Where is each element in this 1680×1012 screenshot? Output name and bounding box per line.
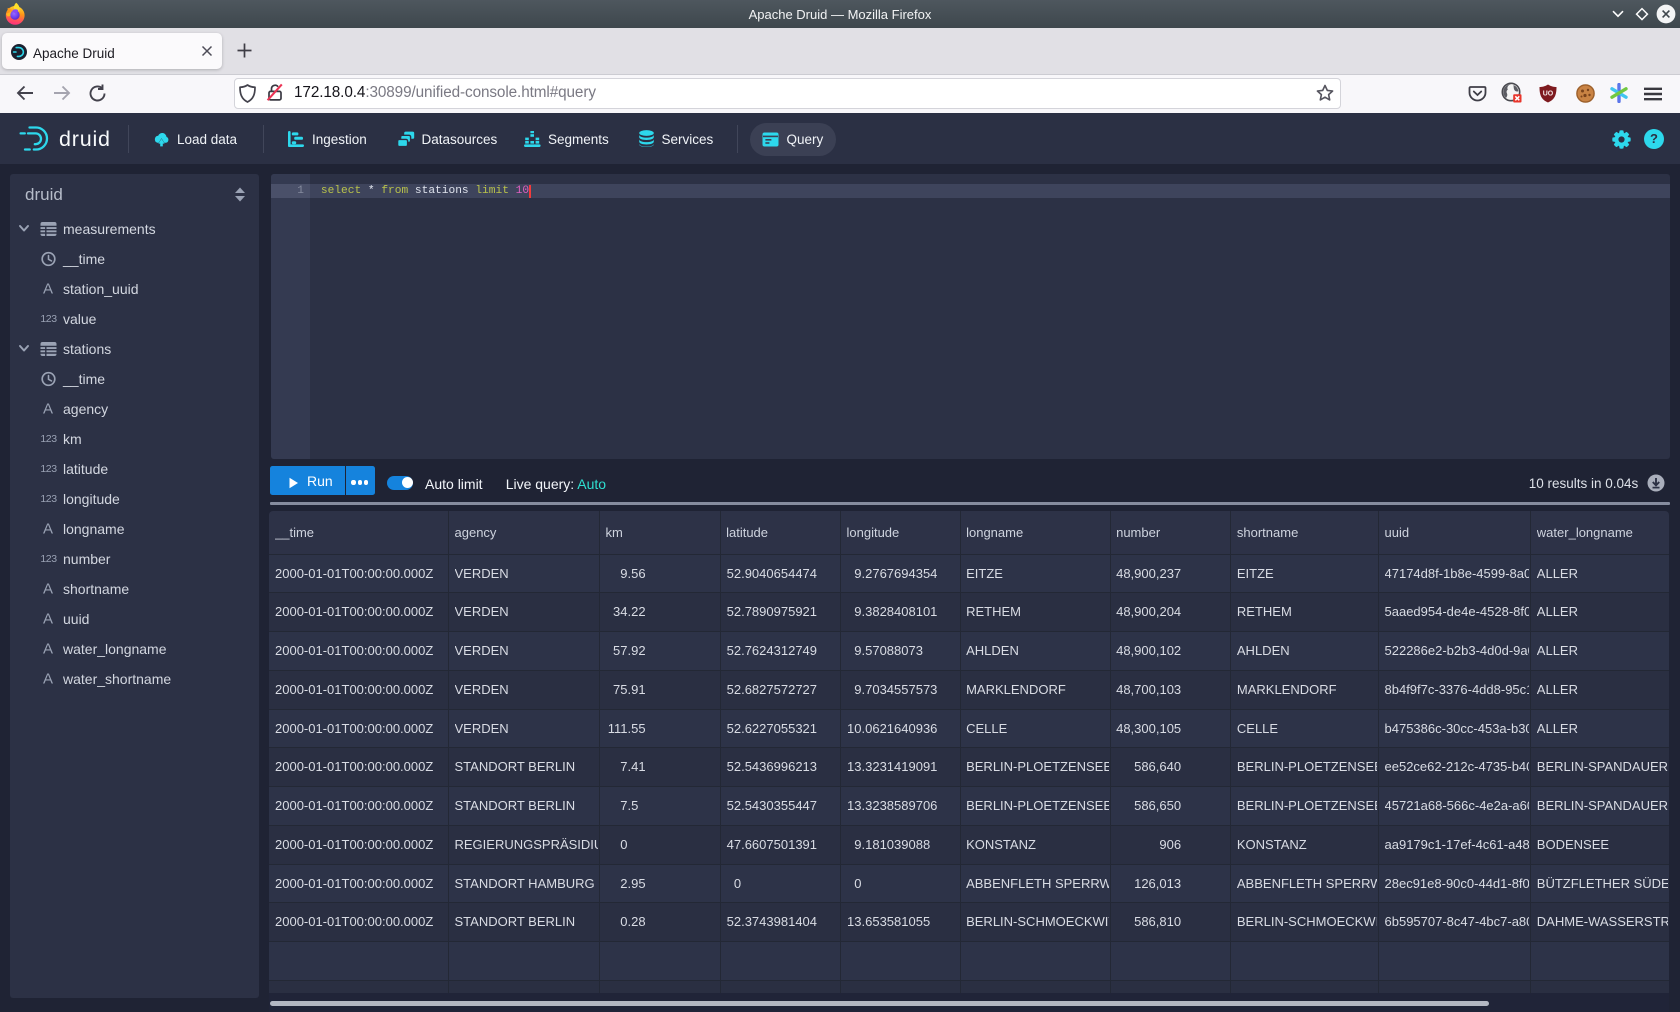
svg-text:UO: UO: [1543, 91, 1554, 98]
